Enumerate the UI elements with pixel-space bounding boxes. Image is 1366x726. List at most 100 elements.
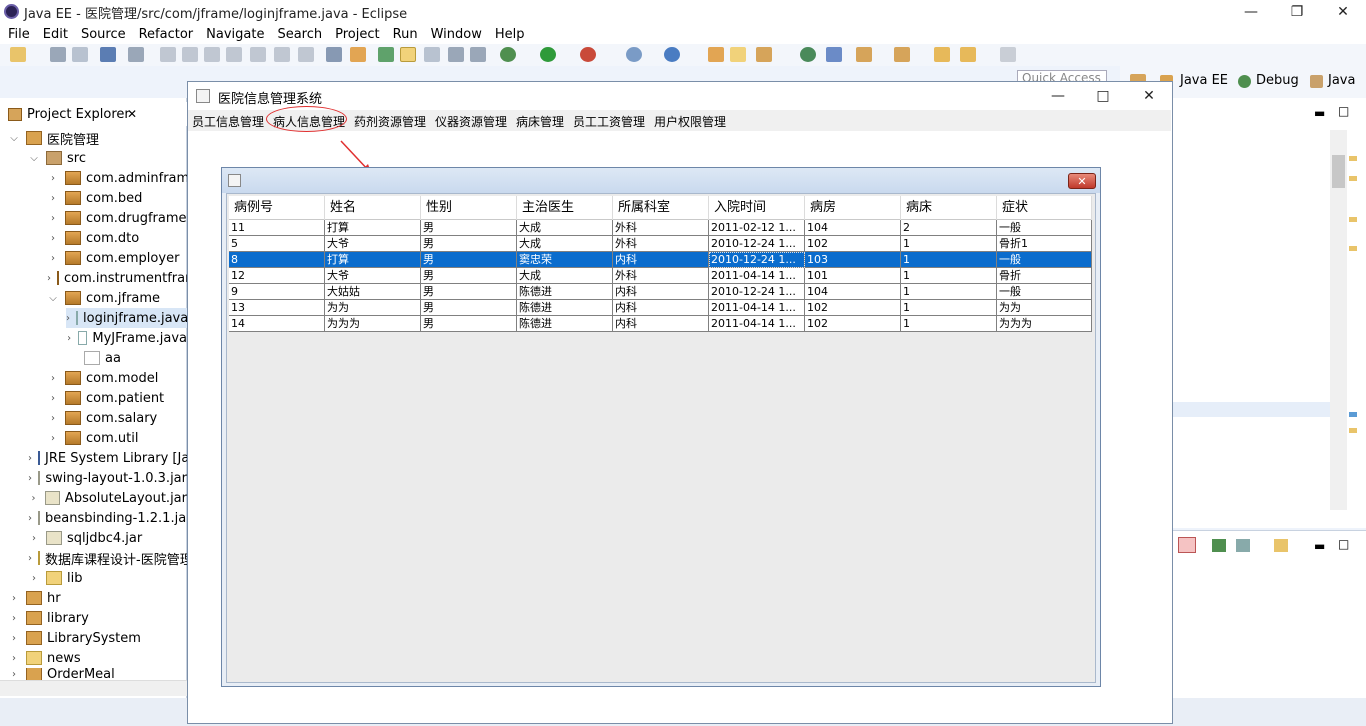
cell-admission-time[interactable]: 2010-12-24 1... xyxy=(709,252,805,268)
chevron-down-icon[interactable]: ⌵ xyxy=(8,133,20,144)
menu-search[interactable]: Search xyxy=(277,27,322,42)
cell-case-no[interactable]: 14 xyxy=(229,316,325,332)
cell-bed[interactable]: 1 xyxy=(901,236,997,252)
chevron-right-icon[interactable]: › xyxy=(47,233,59,244)
overview-marker[interactable] xyxy=(1349,428,1357,433)
show-paragraph-icon[interactable] xyxy=(470,47,486,62)
cell-doctor[interactable]: 窦忠荣 xyxy=(517,252,613,268)
web-browser-icon[interactable] xyxy=(800,47,816,62)
cell-case-no[interactable]: 8 xyxy=(229,252,325,268)
cell-department[interactable]: 内科 xyxy=(613,316,709,332)
menu-instrument-resources[interactable]: 仪器资源管理 xyxy=(435,113,507,130)
chevron-down-icon[interactable]: ⌵ xyxy=(28,153,40,164)
cell-doctor[interactable]: 陈德进 xyxy=(517,316,613,332)
perspective-java[interactable]: Java xyxy=(1328,73,1355,88)
cell-department[interactable]: 内科 xyxy=(613,252,709,268)
cell-gender[interactable]: 男 xyxy=(421,252,517,268)
chevron-right-icon[interactable]: › xyxy=(47,173,59,184)
menu-file[interactable]: File xyxy=(8,27,30,42)
step-over-icon[interactable] xyxy=(274,47,290,62)
perspective-debug[interactable]: Debug xyxy=(1256,73,1299,88)
cell-ward[interactable]: 103 xyxy=(805,252,901,268)
cell-symptoms[interactable]: 骨折 xyxy=(997,268,1092,284)
column-header-doctor[interactable]: 主治医生 xyxy=(517,196,613,220)
minimize-editor-icon[interactable]: ▬ xyxy=(1314,106,1325,120)
terminate-icon[interactable] xyxy=(204,47,220,62)
chevron-right-icon[interactable]: › xyxy=(47,393,59,404)
cell-symptoms[interactable]: 为为为 xyxy=(997,316,1092,332)
back-icon[interactable] xyxy=(934,47,950,62)
tree-project-hospital[interactable]: ⌵ 医院管理 xyxy=(8,128,99,148)
tree-package[interactable]: › com.bed xyxy=(47,188,142,208)
cell-gender[interactable]: 男 xyxy=(421,284,517,300)
tree-jar[interactable]: › swing-layout-1.0.3.jar xyxy=(28,468,187,488)
menu-edit[interactable]: Edit xyxy=(43,27,68,42)
internal-frame-close-icon[interactable]: ✕ xyxy=(1068,173,1096,189)
cell-name[interactable]: 为为 xyxy=(325,300,421,316)
cell-gender[interactable]: 男 xyxy=(421,236,517,252)
menu-navigate[interactable]: Navigate xyxy=(206,27,264,42)
forward-icon[interactable] xyxy=(960,47,976,62)
tree-folder[interactable]: › lib xyxy=(28,568,82,588)
save-all-icon[interactable] xyxy=(72,47,88,62)
resume-icon[interactable] xyxy=(160,47,176,62)
next-annotation-icon[interactable] xyxy=(826,47,842,62)
cell-department[interactable]: 内科 xyxy=(613,284,709,300)
tree-file[interactable]: › MyJFrame.java xyxy=(66,328,187,348)
chevron-right-icon[interactable]: › xyxy=(28,533,40,544)
maximize-editor-icon[interactable]: □ xyxy=(1338,104,1349,118)
cell-department[interactable]: 内科 xyxy=(613,300,709,316)
tree-package[interactable]: › com.adminframe xyxy=(47,168,197,188)
restore-icon[interactable]: ❐ xyxy=(1274,0,1320,24)
column-header-admission-time[interactable]: 入院时间 xyxy=(709,196,805,220)
chevron-right-icon[interactable]: › xyxy=(28,493,39,504)
chevron-down-icon[interactable]: ⌵ xyxy=(47,293,59,304)
chevron-right-icon[interactable]: › xyxy=(47,213,59,224)
chevron-right-icon[interactable]: › xyxy=(8,593,20,604)
cell-name[interactable]: 大姑姑 xyxy=(325,284,421,300)
cell-name[interactable]: 大爷 xyxy=(325,236,421,252)
cell-bed[interactable]: 1 xyxy=(901,268,997,284)
menu-help[interactable]: Help xyxy=(495,27,525,42)
view-close-icon[interactable]: ✕ xyxy=(127,107,137,121)
cell-bed[interactable]: 1 xyxy=(901,316,997,332)
menu-staff-info[interactable]: 员工信息管理 xyxy=(192,113,264,130)
tree-file[interactable]: aa xyxy=(84,348,121,368)
chevron-right-icon[interactable]: › xyxy=(28,553,32,564)
tree-project[interactable]: › LibrarySystem xyxy=(8,628,141,648)
menu-staff-salary[interactable]: 员工工资管理 xyxy=(573,113,645,130)
tree-library[interactable]: › JRE System Library [JavaSE-1.8] xyxy=(28,448,187,468)
open-folder-icon[interactable] xyxy=(730,47,746,62)
cell-admission-time[interactable]: 2010-12-24 1... xyxy=(709,284,805,300)
tree-jar[interactable]: › sqljdbc4.jar xyxy=(28,528,187,548)
table-row[interactable]: 13 为为男陈德进 内科 2011-04-14 1... 102 1 为为 xyxy=(229,300,1092,316)
cell-name[interactable]: 打算 xyxy=(325,252,421,268)
app-minimize-icon[interactable]: — xyxy=(1035,84,1081,108)
minimize-icon[interactable]: — xyxy=(1228,0,1274,24)
cell-admission-time[interactable]: 2011-02-12 1... xyxy=(709,220,805,236)
chevron-right-icon[interactable]: › xyxy=(28,513,32,524)
overview-marker[interactable] xyxy=(1349,176,1357,181)
cell-case-no[interactable]: 9 xyxy=(229,284,325,300)
cell-admission-time[interactable]: 2011-04-14 1... xyxy=(709,268,805,284)
table-row[interactable]: 12 大爷男大成 外科 2011-04-14 1... 101 1 骨折 xyxy=(229,268,1092,284)
cell-name[interactable]: 打算 xyxy=(325,220,421,236)
tree-package[interactable]: › com.dto xyxy=(47,228,139,248)
cell-bed[interactable]: 2 xyxy=(901,220,997,236)
chevron-right-icon[interactable]: › xyxy=(47,273,51,284)
chevron-right-icon[interactable]: › xyxy=(8,613,20,624)
table-row-selected[interactable]: 8 打算男窦忠荣 内科 2010-12-24 1... 103 1 一般 xyxy=(229,252,1092,268)
open-type-icon[interactable] xyxy=(378,47,394,62)
table-row[interactable]: 11 打算男大成 外科 2011-02-12 1... 104 2 一般 xyxy=(229,220,1092,236)
cell-bed[interactable]: 1 xyxy=(901,252,997,268)
last-edit-icon[interactable] xyxy=(894,47,910,62)
menu-window[interactable]: Window xyxy=(431,27,482,42)
tree-package[interactable]: › com.employer xyxy=(47,248,179,268)
suspend-icon[interactable] xyxy=(182,47,198,62)
cell-gender[interactable]: 男 xyxy=(421,268,517,284)
debug-icon[interactable] xyxy=(500,47,516,62)
new-class-icon[interactable] xyxy=(664,47,680,62)
previous-annotation-icon[interactable] xyxy=(856,47,872,62)
tree-file-selected[interactable]: › loginjframe.java xyxy=(66,308,187,328)
app-maximize-icon[interactable]: □ xyxy=(1080,84,1126,108)
